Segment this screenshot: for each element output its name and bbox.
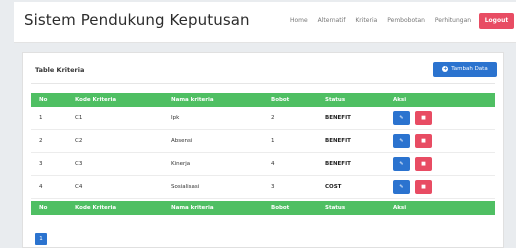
cell-status: BENEFIT bbox=[325, 115, 351, 121]
col-aksi: Aksi bbox=[393, 97, 407, 103]
edit-icon: ✎ bbox=[399, 161, 404, 167]
col-bobot: Bobot bbox=[271, 97, 290, 103]
cell-no: 1 bbox=[39, 115, 43, 121]
edit-button[interactable]: ✎ bbox=[393, 111, 410, 125]
edit-button[interactable]: ✎ bbox=[393, 134, 410, 148]
criteria-card: Table Kriteria + Tambah Data No Kode Krit… bbox=[22, 52, 504, 248]
cell-bobot: 2 bbox=[271, 115, 275, 121]
table-row: 4 C4 Sosialisasi 3 COST ✎ ■ bbox=[31, 176, 495, 199]
cell-kode: C3 bbox=[75, 161, 83, 167]
nav-perhitungan[interactable]: Perhitungan bbox=[435, 17, 471, 24]
foot-status: Status bbox=[325, 205, 346, 211]
cell-no: 3 bbox=[39, 161, 43, 167]
edit-icon: ✎ bbox=[399, 184, 404, 190]
foot-no: No bbox=[39, 205, 48, 211]
cell-nama: Sosialisasi bbox=[171, 184, 200, 190]
trash-icon: ■ bbox=[421, 161, 426, 167]
nav-menu: Home Alternatif Kriteria Pembobotan Perh… bbox=[290, 17, 479, 24]
table-row: 1 C1 Ipk 2 BENEFIT ✎ ■ bbox=[31, 107, 495, 130]
delete-button[interactable]: ■ bbox=[415, 134, 432, 148]
cell-status: COST bbox=[325, 184, 342, 190]
cell-kode: C1 bbox=[75, 115, 83, 121]
logout-button[interactable]: Logout bbox=[479, 13, 514, 29]
table-row: 3 C3 Kinerja 4 BENEFIT ✎ ■ bbox=[31, 153, 495, 176]
nav-alternatif[interactable]: Alternatif bbox=[318, 17, 346, 24]
cell-status: BENEFIT bbox=[325, 161, 351, 167]
app-title: Sistem Pendukung Keputusan bbox=[24, 11, 250, 29]
table-row: 2 C2 Absensi 1 BENEFIT ✎ ■ bbox=[31, 130, 495, 153]
foot-bobot: Bobot bbox=[271, 205, 290, 211]
cell-bobot: 1 bbox=[271, 138, 275, 144]
delete-button[interactable]: ■ bbox=[415, 180, 432, 194]
foot-nama: Nama kriteria bbox=[171, 205, 214, 211]
cell-nama: Kinerja bbox=[171, 161, 191, 167]
foot-aksi: Aksi bbox=[393, 205, 407, 211]
cell-no: 2 bbox=[39, 138, 43, 144]
trash-icon: ■ bbox=[421, 138, 426, 144]
edit-icon: ✎ bbox=[399, 138, 404, 144]
cell-status: BENEFIT bbox=[325, 138, 351, 144]
col-no: No bbox=[39, 97, 48, 103]
edit-button[interactable]: ✎ bbox=[393, 180, 410, 194]
criteria-table: No Kode Kriteria Nama kriteria Bobot Sta… bbox=[31, 93, 495, 215]
table-footer: No Kode Kriteria Nama kriteria Bobot Sta… bbox=[31, 201, 495, 215]
col-nama: Nama kriteria bbox=[171, 97, 214, 103]
cell-nama: Absensi bbox=[171, 138, 193, 144]
page-1-button[interactable]: 1 bbox=[35, 233, 47, 245]
cell-bobot: 4 bbox=[271, 161, 275, 167]
col-status: Status bbox=[325, 97, 346, 103]
col-kode: Kode Kriteria bbox=[75, 97, 117, 103]
cell-bobot: 3 bbox=[271, 184, 275, 190]
top-navbar: Sistem Pendukung Keputusan Home Alternat… bbox=[14, 2, 516, 43]
edit-button[interactable]: ✎ bbox=[393, 157, 410, 171]
delete-button[interactable]: ■ bbox=[415, 157, 432, 171]
cell-nama: Ipk bbox=[171, 115, 180, 121]
nav-home[interactable]: Home bbox=[290, 17, 308, 24]
delete-button[interactable]: ■ bbox=[415, 111, 432, 125]
trash-icon: ■ bbox=[421, 184, 426, 190]
foot-kode: Kode Kriteria bbox=[75, 205, 117, 211]
cell-kode: C4 bbox=[75, 184, 83, 190]
nav-kriteria[interactable]: Kriteria bbox=[355, 17, 377, 24]
divider bbox=[31, 83, 495, 84]
add-data-label: Tambah Data bbox=[451, 66, 488, 72]
cell-no: 4 bbox=[39, 184, 43, 190]
plus-circle-icon: + bbox=[442, 65, 449, 72]
add-data-button[interactable]: + Tambah Data bbox=[433, 62, 497, 77]
trash-icon: ■ bbox=[421, 115, 426, 121]
cell-kode: C2 bbox=[75, 138, 83, 144]
nav-pembobotan[interactable]: Pembobotan bbox=[387, 17, 425, 24]
edit-icon: ✎ bbox=[399, 115, 404, 121]
table-header: No Kode Kriteria Nama kriteria Bobot Sta… bbox=[31, 93, 495, 107]
card-title: Table Kriteria bbox=[35, 66, 85, 74]
